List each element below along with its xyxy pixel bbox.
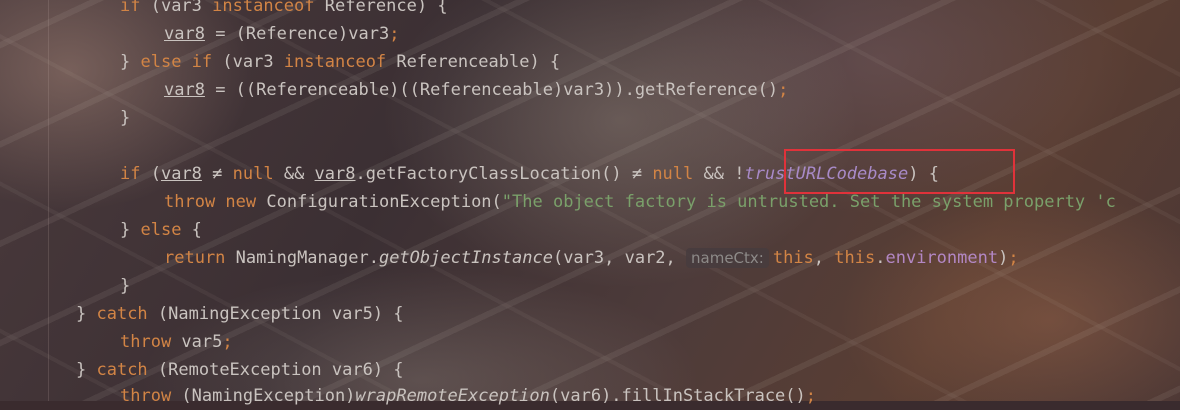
keyword-catch: catch [96, 360, 148, 380]
semicolon: ; [778, 80, 789, 100]
method-wrap-remote-exception[interactable]: wrapRemoteException [355, 386, 549, 406]
semicolon: ; [805, 386, 817, 406]
code-text: } [76, 304, 97, 324]
variable-var8: var8 [160, 164, 202, 184]
code-text: ConfigurationException( [256, 192, 502, 212]
code-line-5: } [120, 104, 130, 132]
code-text: NamingManager. [225, 248, 379, 268]
field-environment[interactable]: environment [885, 248, 998, 268]
variable-var8: var8 [314, 164, 356, 184]
operator-and: && [273, 164, 315, 184]
code-line-2: var8 = (Reference)var3; [164, 20, 399, 48]
code-line-4: var8 = ((Referenceable)((Referenceable)v… [164, 76, 788, 104]
keyword-if: if [120, 164, 141, 184]
code-text: Referenceable) { [386, 52, 561, 72]
keyword-new: new [215, 192, 257, 212]
operator-and-not: && ! [693, 164, 745, 184]
code-text: } [76, 360, 97, 380]
code-text: (var6).fillInStackTrace() [549, 386, 806, 406]
method-get-object-instance[interactable]: getObjectInstance [379, 248, 553, 268]
keyword-return: return [164, 248, 226, 268]
code-text: = ((Referenceable)((Referenceable)var3))… [204, 80, 779, 100]
code-text: (RemoteException var6) { [147, 360, 404, 380]
semicolon: ; [1008, 248, 1019, 268]
operator-not-equal: ≠ [201, 164, 233, 184]
code-text: var5 [171, 332, 223, 352]
code-line-14: throw (NamingException)wrapRemoteExcepti… [120, 382, 816, 410]
variable-var8: var8 [164, 24, 205, 44]
code-text: Reference) { [314, 0, 448, 16]
keyword-null: null [652, 164, 694, 184]
code-line-12: throw var5; [120, 328, 233, 356]
keyword-throw: throw [120, 386, 172, 406]
keyword-throw: throw [164, 192, 216, 212]
parameter-hint: nameCtx: [686, 248, 769, 268]
code-line-13: } catch (RemoteException var6) { [76, 356, 404, 384]
semicolon: ; [222, 332, 233, 352]
code-line-9: return NamingManager.getObjectInstance(v… [164, 244, 1019, 272]
string-literal: "The object factory is untrusted. Set th… [501, 192, 1116, 212]
code-text: (NamingException) [171, 386, 356, 406]
keyword-this: this [772, 248, 814, 268]
code-line-10: } [120, 272, 130, 300]
keyword-instanceof: instanceof [212, 0, 315, 16]
code-line-3: } else if (var3 instanceof Referenceable… [120, 48, 560, 76]
code-text: (var3, var2, [552, 248, 687, 268]
keyword-else: else [140, 220, 182, 240]
annotation-highlight-box [784, 149, 1015, 194]
code-line-8: } else { [120, 216, 202, 244]
code-editor[interactable]: if (var3 instanceof Reference) { var8 = … [0, 0, 1180, 406]
code-text: (NamingException var5) { [147, 304, 404, 324]
code-text: = (Reference)var3 [204, 24, 390, 44]
code-text: ( [140, 164, 161, 184]
code-text: (var3 [212, 52, 284, 72]
code-text: } [120, 52, 141, 72]
keyword-throw: throw [120, 332, 172, 352]
keyword-instanceof: instanceof [283, 52, 387, 72]
code-text: } [120, 108, 131, 128]
code-text: , [813, 248, 835, 268]
code-text: ) [998, 248, 1009, 268]
code-text: } [120, 276, 131, 296]
code-text: { [181, 220, 202, 240]
code-line-1: if (var3 instanceof Reference) { [120, 0, 448, 20]
code-text: .getFactoryClassLocation() ≠ [355, 164, 653, 184]
code-text: (var3 [140, 0, 213, 16]
keyword-this: this [834, 248, 876, 268]
variable-var8: var8 [164, 80, 205, 100]
keyword-catch: catch [96, 304, 148, 324]
code-line-11: } catch (NamingException var5) { [76, 300, 404, 328]
code-text: . [875, 248, 886, 268]
keyword-if: if [181, 52, 213, 72]
keyword-else: else [140, 52, 182, 72]
code-text: } [120, 220, 141, 240]
keyword-if: if [120, 0, 141, 16]
keyword-null: null [232, 164, 274, 184]
semicolon: ; [389, 24, 400, 44]
